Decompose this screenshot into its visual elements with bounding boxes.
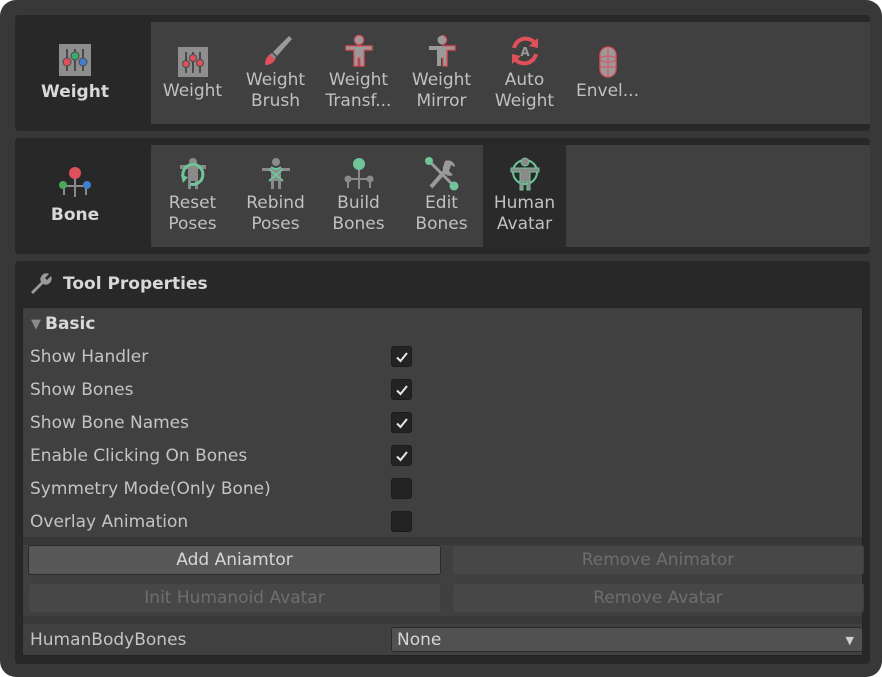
tool-label: Weight Transf...	[325, 70, 392, 111]
tool-label: Envel...	[576, 80, 639, 101]
tool-label: Auto Weight	[494, 70, 555, 111]
toggle-label: Enable Clicking On Bones	[30, 445, 248, 466]
checkmark-icon	[395, 384, 408, 395]
tool-window: Weight Weight Weight Brush Weight Transf…	[0, 0, 882, 677]
symmetry-mode-checkbox[interactable]	[391, 478, 412, 499]
tool-label: Build Bones	[332, 193, 385, 234]
tool-label: Weight Brush	[245, 70, 306, 111]
dropdown-value: None	[397, 629, 442, 650]
toggle-row-show-handler: Show Handler	[23, 340, 862, 373]
toggle-row-show-bones: Show Bones	[23, 373, 862, 406]
toggle-label: Show Bone Names	[30, 412, 189, 433]
weight-transfer-figure-icon	[344, 34, 373, 67]
toggle-label: Show Handler	[30, 346, 149, 367]
chevron-down-icon: ▼	[845, 634, 854, 647]
add-animator-button[interactable]: Add Aniamtor	[28, 545, 441, 575]
show-bone-names-checkbox[interactable]	[391, 412, 412, 433]
build-bones-icon	[344, 158, 373, 189]
enable-clicking-on-bones-checkbox[interactable]	[391, 445, 412, 466]
toggle-row-show-bone-names: Show Bone Names	[23, 406, 862, 439]
tool-envelope[interactable]: Envel...	[566, 22, 649, 124]
tool-reset-poses[interactable]: Reset Poses	[151, 145, 234, 247]
weight-tool-group: Weight Weight Weight Brush Weight Transf…	[15, 15, 870, 131]
tool-properties-title: Tool Properties	[63, 274, 208, 294]
tool-rebind-poses[interactable]: Rebind Poses	[234, 145, 317, 247]
tool-human-avatar[interactable]: Human Avatar	[483, 145, 566, 247]
tool-weight-brush[interactable]: Weight Brush	[234, 22, 317, 124]
remove-avatar-button[interactable]: Remove Avatar	[452, 583, 864, 613]
tool-properties-panel: Tool Properties ▼ Basic Show Handler Sho…	[15, 261, 870, 664]
tool-label: Reset Poses	[168, 193, 217, 234]
tool-properties-body: ▼ Basic Show Handler Show Bones Show Bon…	[22, 307, 864, 656]
tool-properties-header: Tool Properties	[15, 261, 870, 307]
basic-section-label: Basic	[45, 314, 96, 334]
human-body-bones-label: HumanBodyBones	[30, 629, 187, 650]
section-divider	[23, 537, 862, 545]
toggle-label: Symmetry Mode(Only Bone)	[30, 478, 271, 499]
edit-bones-wrench-icon	[424, 157, 458, 191]
tool-weight-mirror[interactable]: Weight Mirror	[400, 22, 483, 124]
rebind-poses-icon	[261, 158, 290, 189]
bone-tools-bar: Reset Poses Rebind Poses Build Bones Edi…	[151, 145, 870, 247]
toggle-row-symmetry-mode: Symmetry Mode(Only Bone)	[23, 472, 862, 505]
envelope-capsule-icon	[598, 45, 617, 78]
toggle-row-enable-clicking-on-bones: Enable Clicking On Bones	[23, 439, 862, 472]
bone-tool-group: Bone Reset Poses Rebind Poses Build Bone…	[15, 138, 870, 254]
weight-group-label: Weight	[41, 82, 109, 102]
overlay-animation-checkbox[interactable]	[391, 511, 412, 532]
basic-foldout[interactable]: ▼ Basic	[23, 310, 95, 338]
init-humanoid-avatar-button[interactable]: Init Humanoid Avatar	[28, 583, 441, 613]
toggle-row-overlay-animation: Overlay Animation	[23, 505, 862, 538]
remove-animator-button[interactable]: Remove Animator	[452, 545, 864, 575]
foldout-triangle-icon: ▼	[31, 316, 41, 332]
weight-sliders-icon	[59, 44, 91, 76]
tool-label: Human Avatar	[493, 193, 556, 234]
bone-group-label: Bone	[50, 205, 100, 225]
tool-label: Rebind Poses	[246, 193, 305, 234]
bone-hierarchy-icon	[59, 167, 91, 197]
checkmark-icon	[395, 417, 408, 428]
weight-tools-bar: Weight Weight Brush Weight Transf... Wei…	[151, 22, 870, 124]
toggle-label: Show Bones	[30, 379, 134, 400]
show-bones-checkbox[interactable]	[391, 379, 412, 400]
tool-label: Weight Mirror	[411, 70, 472, 111]
tool-weight[interactable]: Weight	[151, 22, 234, 124]
tool-label: Edit Bones	[415, 193, 468, 234]
tool-edit-bones[interactable]: Edit Bones	[400, 145, 483, 247]
tool-build-bones[interactable]: Build Bones	[317, 145, 400, 247]
tool-weight-transfer[interactable]: Weight Transf...	[317, 22, 400, 124]
svg-text:A: A	[520, 45, 530, 59]
reset-poses-icon	[179, 158, 206, 189]
tool-label: Weight	[162, 80, 223, 101]
wrench-icon	[31, 273, 52, 294]
weight-mirror-figure-icon	[428, 34, 456, 67]
checkmark-icon	[395, 351, 408, 362]
auto-weight-refresh-icon: A	[511, 36, 538, 66]
tool-auto-weight[interactable]: A Auto Weight	[483, 22, 566, 124]
bone-group-header: Bone	[15, 138, 135, 254]
toggle-label: Overlay Animation	[30, 511, 189, 532]
weight-sliders-icon	[177, 46, 208, 77]
paint-brush-icon	[264, 36, 292, 65]
human-avatar-icon	[510, 157, 539, 191]
weight-group-header: Weight	[15, 15, 135, 131]
show-handler-checkbox[interactable]	[391, 346, 412, 367]
human-body-bones-row: HumanBodyBones None ▼	[23, 623, 863, 656]
human-body-bones-dropdown[interactable]: None ▼	[391, 627, 863, 652]
checkmark-icon	[395, 450, 408, 461]
